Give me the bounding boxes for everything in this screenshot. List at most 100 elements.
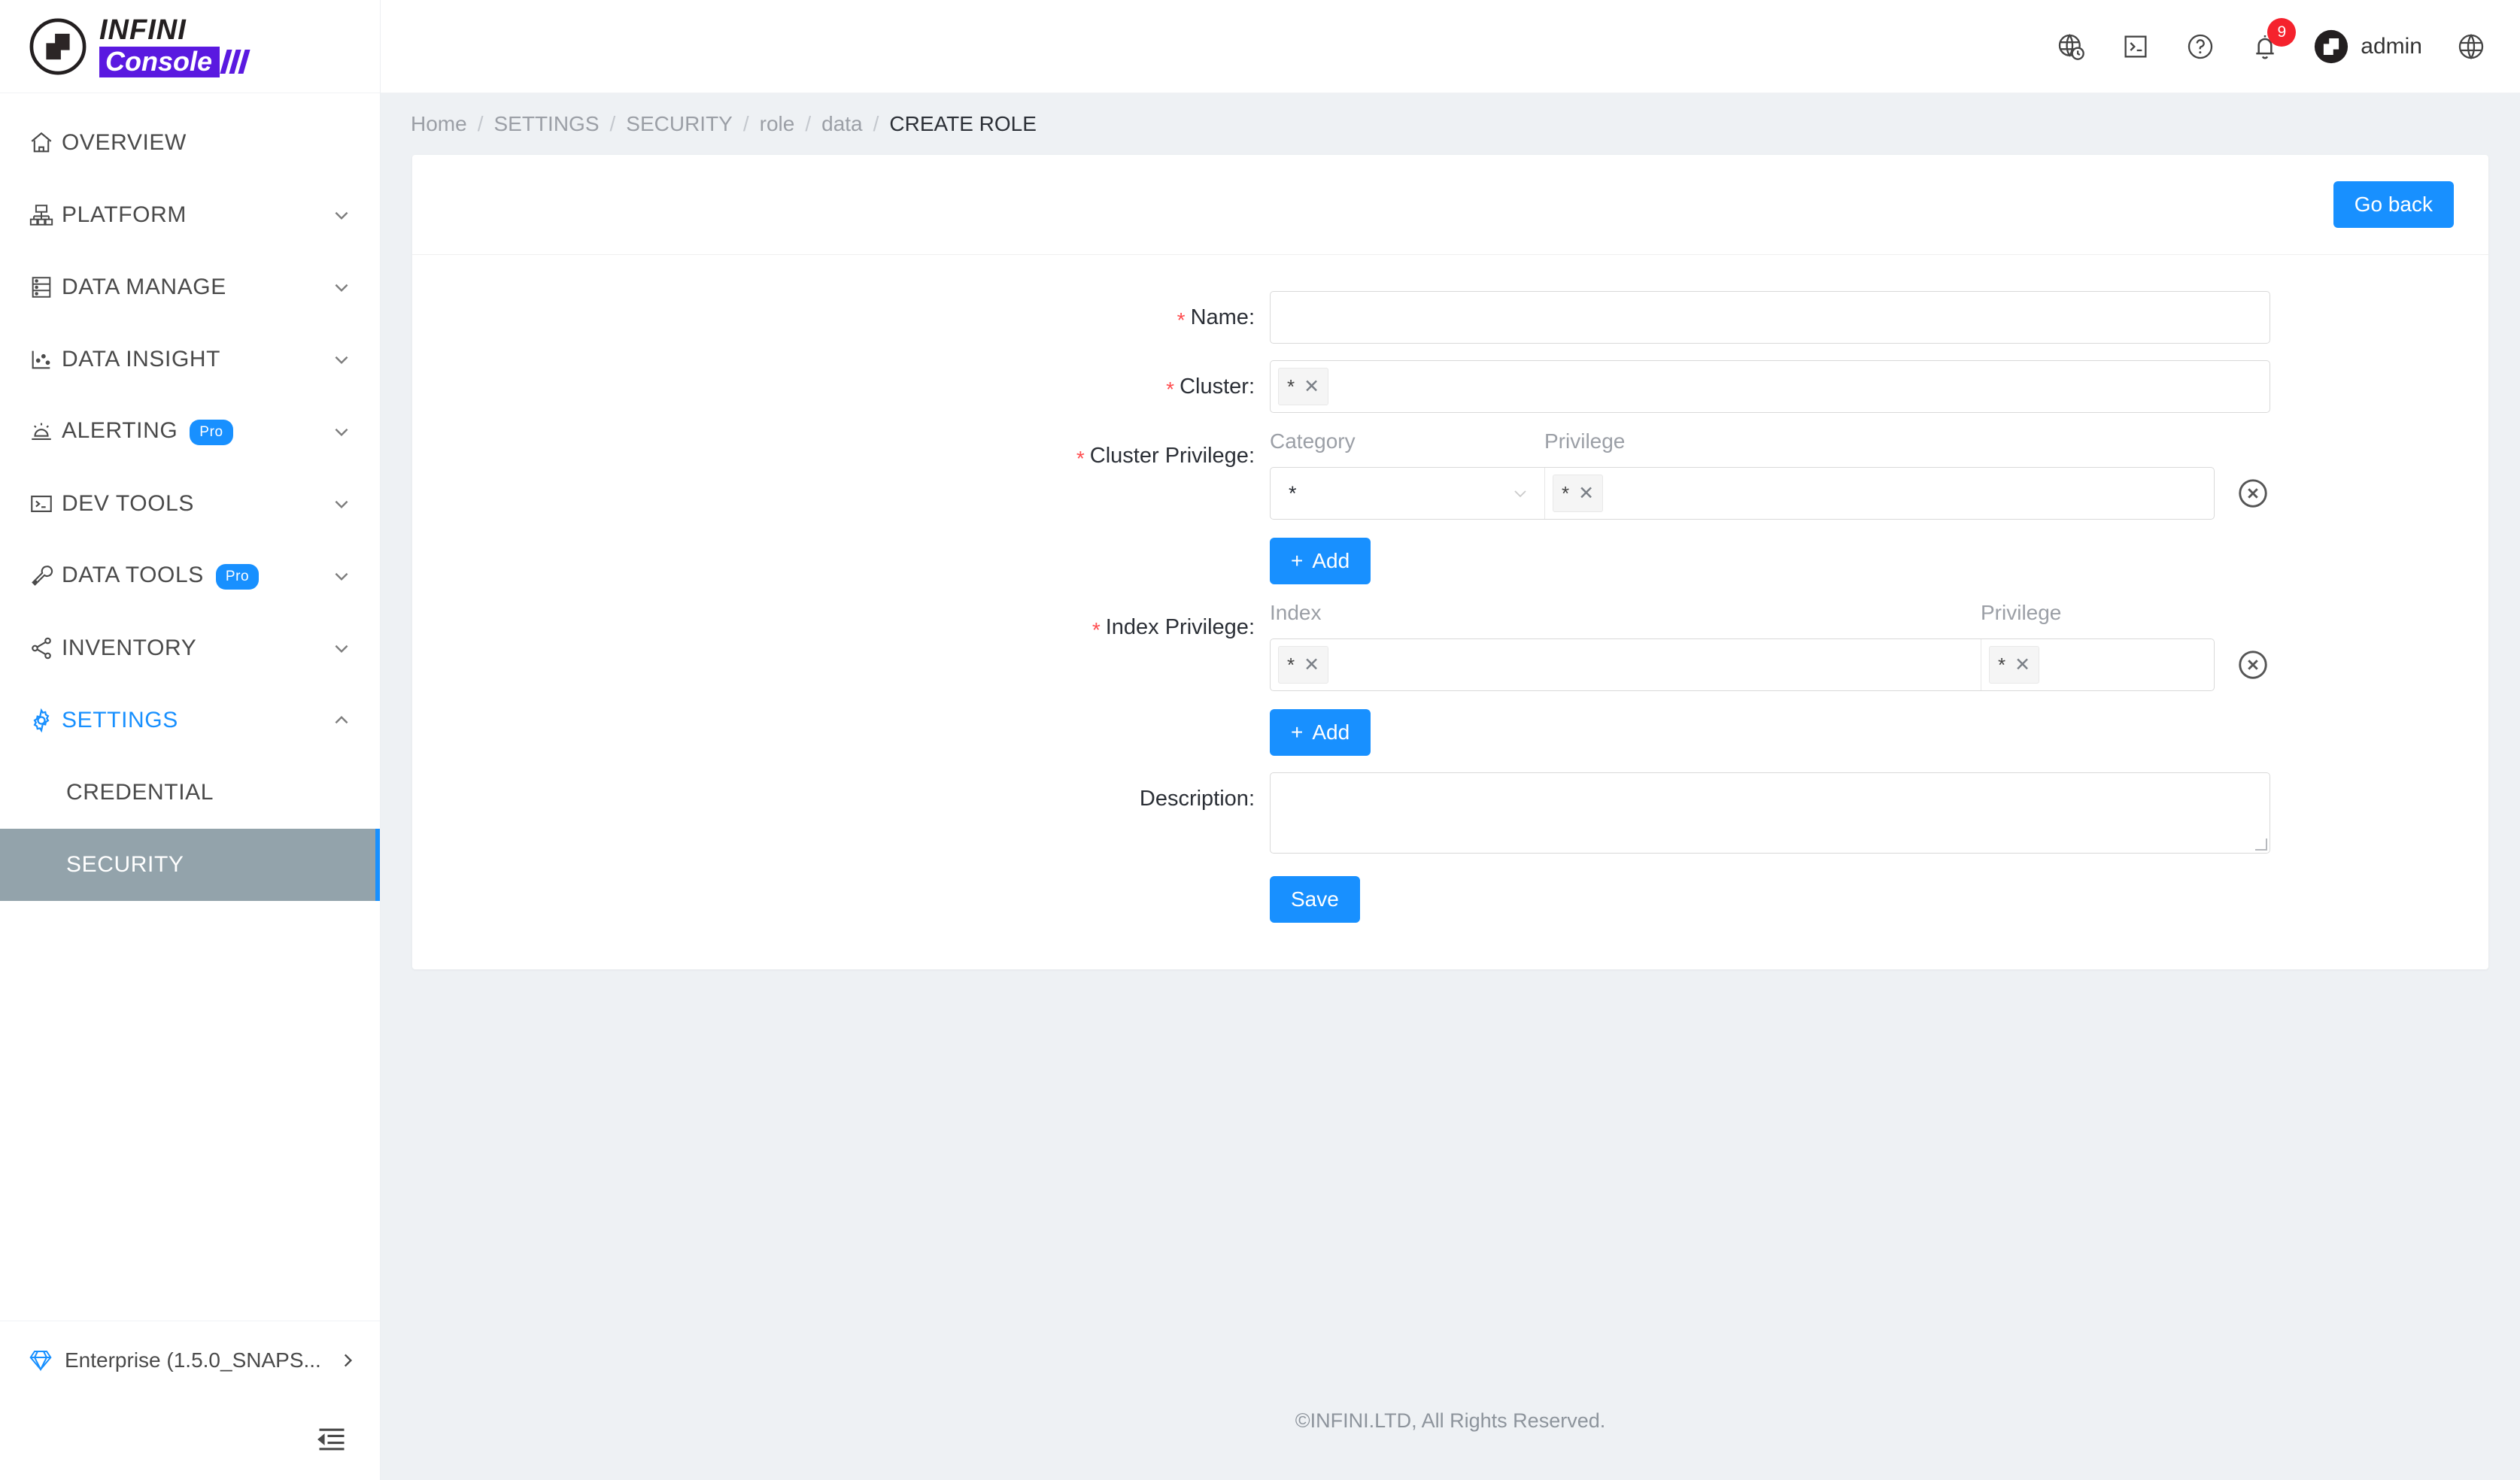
sidebar-item-security[interactable]: SECURITY	[0, 829, 380, 901]
globe-clock-icon[interactable]	[2055, 31, 2087, 62]
tag-close-icon[interactable]: ✕	[1304, 655, 1319, 675]
cluster-privilege-label: * Cluster Privilege:	[412, 429, 1270, 584]
sidebar-item-label: OVERVIEW	[62, 130, 187, 155]
name-control	[1270, 291, 2488, 344]
sidebar-item-label: DATA MANAGE	[62, 274, 226, 299]
breadcrumb-item-role[interactable]: role	[760, 112, 795, 136]
index-privilege-tag: * ✕	[1989, 646, 2040, 684]
sidebar-item-overview[interactable]: OVERVIEW	[0, 107, 380, 179]
required-mark: *	[1076, 447, 1085, 470]
sidebar-item-credential[interactable]: CREDENTIAL	[0, 757, 380, 829]
add-button-label: Add	[1312, 549, 1350, 572]
chevron-down-icon[interactable]	[332, 638, 351, 658]
index-privilege-column-headers: Index Privilege	[1270, 601, 2270, 634]
description-textarea[interactable]	[1270, 772, 2270, 854]
create-role-form: * Name: * Cluster: * ✕ * Cluster Privile…	[412, 255, 2488, 969]
form-row-save: Save	[412, 876, 2488, 923]
go-back-button[interactable]: Go back	[2333, 181, 2454, 228]
description-control	[1270, 772, 2488, 854]
sidebar-item-platform[interactable]: PLATFORM	[0, 179, 380, 251]
brand-logo[interactable]: INFINI Console	[0, 0, 380, 93]
label-colon: :	[1248, 444, 1255, 468]
home-icon	[29, 130, 62, 156]
cluster-privilege-tag: * ✕	[1553, 475, 1604, 512]
cluster-privilege-row: * * ✕	[1270, 467, 2270, 520]
pro-badge: Pro	[190, 419, 233, 445]
chevron-down-icon[interactable]	[332, 566, 351, 586]
card-header: Go back	[412, 155, 2488, 255]
sidebar-item-label: DEV TOOLS	[62, 491, 195, 516]
index-privilege-select[interactable]: * ✕	[1981, 639, 2214, 690]
index-privilege-tag-text: *	[1998, 653, 2006, 676]
index-tag-text: *	[1287, 653, 1295, 676]
user-menu[interactable]: admin	[2314, 29, 2422, 64]
breadcrumb-item-settings[interactable]: SETTINGS	[493, 112, 599, 136]
chevron-down-icon[interactable]	[332, 278, 351, 297]
sidebar-nav: OVERVIEW PLATFORM DATA MANAGE DATA INSIG…	[0, 93, 380, 1321]
copyright-label: ©INFINI.LTD, All Rights Reserved.	[1295, 1409, 1606, 1432]
user-name-label: admin	[2361, 33, 2422, 59]
delete-circle-icon[interactable]	[2236, 648, 2270, 682]
label-colon: :	[1248, 787, 1255, 811]
sidebar-item-data-tools[interactable]: DATA TOOLS Pro	[0, 540, 380, 612]
cluster-privilege-add-wrap: + Add	[1270, 538, 2270, 584]
cluster-privilege-control: Category Privilege * * ✕ + Add	[1270, 429, 2488, 584]
create-role-card: Go back * Name: * Cluster: * ✕ * Cluster…	[412, 155, 2488, 969]
sidebar-subitem-label: CREDENTIAL	[66, 780, 214, 805]
chevron-up-icon[interactable]	[332, 711, 351, 730]
add-cluster-privilege-button[interactable]: + Add	[1270, 538, 1371, 584]
breadcrumb-item-data[interactable]: data	[821, 112, 863, 136]
diamond-icon	[29, 1350, 52, 1371]
cluster-privilege-fields: * * ✕	[1270, 467, 2215, 520]
tag-close-icon[interactable]: ✕	[1578, 484, 1594, 503]
tag-close-icon[interactable]: ✕	[2014, 655, 2030, 675]
cluster-select[interactable]: * ✕	[1270, 360, 2270, 413]
pro-badge: Pro	[215, 563, 260, 590]
chevron-down-icon[interactable]	[332, 422, 351, 441]
save-button[interactable]: Save	[1270, 876, 1360, 923]
category-select[interactable]: *	[1271, 468, 1545, 519]
sidebar-item-data-manage[interactable]: DATA MANAGE	[0, 251, 380, 323]
form-row-cluster: * Cluster: * ✕	[412, 360, 2488, 413]
breadcrumb-item-security[interactable]: SECURITY	[626, 112, 733, 136]
required-mark: *	[1091, 618, 1101, 641]
chart-icon	[29, 347, 62, 372]
plus-icon: +	[1291, 549, 1304, 572]
sidebar-item-label: ALERTING Pro	[62, 418, 332, 445]
index-select[interactable]: * ✕	[1271, 639, 1981, 690]
brand-name-bottom-row: Console	[99, 46, 250, 77]
chevron-down-icon[interactable]	[1511, 484, 1529, 502]
chevron-down-icon[interactable]	[332, 494, 351, 514]
sidebar-item-alerting[interactable]: ALERTING Pro	[0, 396, 380, 468]
terminal-icon	[29, 491, 62, 517]
name-input[interactable]	[1270, 291, 2270, 344]
cluster-tag: * ✕	[1278, 368, 1329, 405]
delete-circle-icon[interactable]	[2236, 476, 2270, 511]
sidebar-version-footer[interactable]: Enterprise (1.5.0_SNAPS...	[0, 1321, 380, 1399]
menu-fold-icon[interactable]	[315, 1423, 348, 1456]
sidebar-item-settings[interactable]: SETTINGS	[0, 684, 380, 757]
language-globe-icon[interactable]	[2455, 31, 2487, 62]
chevron-down-icon[interactable]	[332, 205, 351, 225]
help-circle-icon[interactable]	[2185, 31, 2216, 62]
add-index-privilege-button[interactable]: + Add	[1270, 709, 1371, 756]
sidebar-item-text: ALERTING	[62, 418, 178, 444]
bell-icon[interactable]: 9	[2249, 17, 2297, 62]
sidebar-item-inventory[interactable]: INVENTORY	[0, 612, 380, 684]
sidebar-item-label: INVENTORY	[62, 635, 197, 660]
sidebar-item-label: DATA INSIGHT	[62, 347, 221, 372]
breadcrumb-item-home[interactable]: Home	[411, 112, 467, 136]
index-privilege-add-wrap: + Add	[1270, 709, 2270, 756]
share-nodes-icon	[29, 635, 62, 661]
sidebar-item-data-insight[interactable]: DATA INSIGHT	[0, 323, 380, 396]
sidebar: INFINI Console OVERVIEW PLATFORM DATA MA…	[0, 0, 381, 1480]
console-terminal-icon[interactable]	[2120, 31, 2151, 62]
sidebar-item-label: PLATFORM	[62, 202, 187, 227]
sidebar-item-dev-tools[interactable]: DEV TOOLS	[0, 468, 380, 540]
chevron-down-icon[interactable]	[332, 350, 351, 369]
cluster-privilege-select[interactable]: * ✕	[1545, 468, 2214, 519]
tag-close-icon[interactable]: ✕	[1304, 377, 1319, 396]
brand-text: INFINI Console	[99, 16, 250, 77]
description-label-text: Description	[1139, 787, 1249, 811]
required-mark: *	[1177, 308, 1186, 332]
